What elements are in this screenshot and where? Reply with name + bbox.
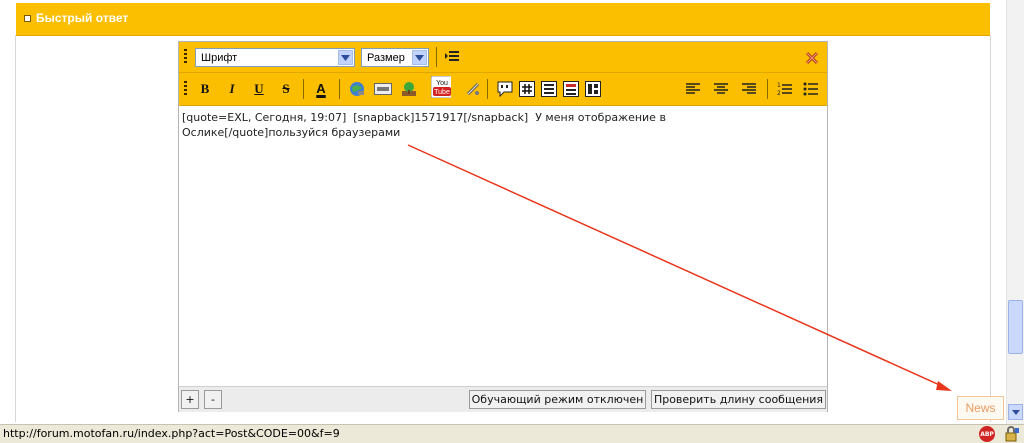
align-left-icon[interactable] xyxy=(683,79,703,99)
align-right-icon[interactable] xyxy=(739,79,759,99)
insert-image-icon[interactable] xyxy=(399,79,419,99)
toolbar-grip-icon[interactable] xyxy=(184,49,187,65)
quote-icon[interactable] xyxy=(495,79,515,99)
bulleted-list-icon[interactable] xyxy=(801,79,821,99)
align-center-icon[interactable] xyxy=(711,79,731,99)
page-margin xyxy=(0,0,16,424)
insert-link-icon[interactable] xyxy=(347,79,367,99)
check-length-button[interactable]: Проверить длину сообщения xyxy=(651,390,826,409)
svg-text:Tube: Tube xyxy=(434,89,450,96)
panel-border-right xyxy=(990,35,991,422)
font-select-value: Шрифт xyxy=(201,52,238,64)
adblock-icon[interactable]: ABP xyxy=(979,426,995,442)
news-button[interactable]: News xyxy=(957,396,1004,420)
security-icon[interactable] xyxy=(1004,426,1020,442)
offtopic-icon[interactable] xyxy=(583,79,603,99)
chevron-down-icon[interactable] xyxy=(412,50,427,65)
bold-button[interactable]: B xyxy=(195,79,215,99)
message-text: [quote=EXL, Сегодня, 19:07] [snapback]15… xyxy=(182,111,666,139)
strikethrough-button[interactable]: S xyxy=(276,79,296,99)
decrease-size-button[interactable]: - xyxy=(204,390,222,409)
spoiler-icon[interactable] xyxy=(561,79,581,99)
remove-format-icon[interactable] xyxy=(443,47,463,67)
quick-reply-title: Быстрый ответ xyxy=(36,11,129,25)
code-hash-icon[interactable] xyxy=(517,79,537,99)
post-editor: Шрифт Размер B I U S A You Tube 1 2 [quo… xyxy=(178,41,828,412)
status-url: http://forum.motofan.ru/index.php?act=Po… xyxy=(3,427,340,440)
editor-toolbar-formatting: B I U S A You Tube 1 2 xyxy=(179,73,827,106)
size-select-value: Размер xyxy=(367,52,405,64)
insert-email-icon[interactable] xyxy=(373,79,393,99)
close-editor-icon[interactable] xyxy=(805,50,819,65)
status-bar: http://forum.motofan.ru/index.php?act=Po… xyxy=(0,424,1024,443)
chevron-down-icon[interactable] xyxy=(338,50,353,65)
toolbar-separator xyxy=(767,79,768,99)
font-color-button[interactable]: A xyxy=(311,78,331,98)
editor-footer: + - Обучающий режим отключен Проверить д… xyxy=(179,386,827,412)
font-select[interactable]: Шрифт xyxy=(195,48,355,67)
collapse-toggle-icon[interactable] xyxy=(24,15,31,22)
svg-text:2: 2 xyxy=(777,90,781,97)
quick-reply-header[interactable]: Быстрый ответ xyxy=(16,3,990,36)
numbered-list-icon[interactable]: 12 xyxy=(775,79,795,99)
underline-button[interactable]: U xyxy=(249,79,269,99)
toolbar-separator xyxy=(303,79,304,99)
toolbar-grip-icon[interactable] xyxy=(184,81,187,97)
italic-button[interactable]: I xyxy=(222,79,242,99)
youtube-icon[interactable]: You Tube xyxy=(431,76,451,98)
panel-border-left xyxy=(15,35,16,422)
toolbar-separator xyxy=(339,79,340,99)
toolbar-separator xyxy=(487,79,488,99)
scrollbar-thumb[interactable] xyxy=(1008,300,1023,354)
svg-text:1: 1 xyxy=(777,82,781,89)
insert-media-icon[interactable] xyxy=(463,79,483,99)
toolbar-separator xyxy=(436,47,437,67)
scroll-down-icon[interactable] xyxy=(1008,404,1023,420)
tutorial-mode-button[interactable]: Обучающий режим отключен xyxy=(469,390,646,409)
increase-size-button[interactable]: + xyxy=(181,390,199,409)
editor-toolbar-top: Шрифт Размер xyxy=(179,42,827,73)
list-code-icon[interactable] xyxy=(539,79,559,99)
svg-text:You: You xyxy=(436,80,448,87)
size-select[interactable]: Размер xyxy=(361,48,429,67)
message-textarea[interactable]: [quote=EXL, Сегодня, 19:07] [snapback]15… xyxy=(179,106,827,386)
vertical-scrollbar[interactable] xyxy=(1006,0,1024,424)
